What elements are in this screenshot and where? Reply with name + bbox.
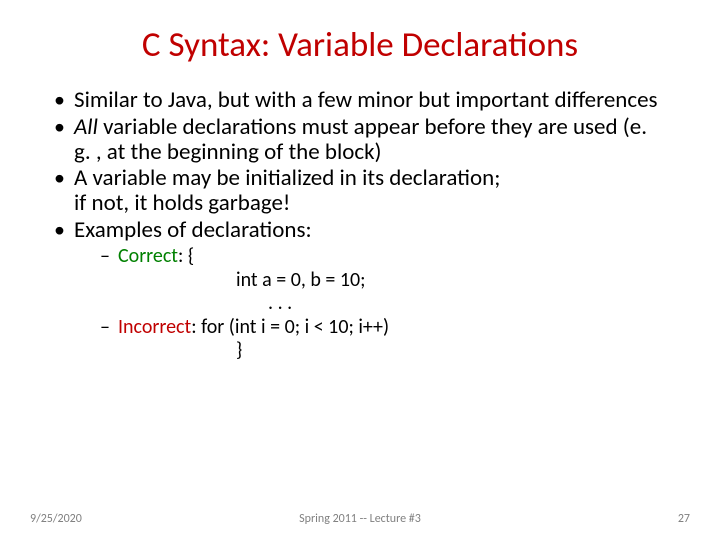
bullet-item: Examples of declarations: xyxy=(52,218,668,243)
brace-close: } xyxy=(236,338,242,362)
bullet-text: if not, it holds garbage! xyxy=(74,189,290,217)
code-text: . . . xyxy=(268,291,292,315)
bullet-text: A variable may be initialized in its dec… xyxy=(74,164,500,192)
code-text: for (int i = 0; i < 10; i++) xyxy=(201,315,389,339)
footer-center: Spring 2011 -- Lecture #3 xyxy=(0,512,720,526)
bullet-text: Similar to Java, but with a few minor bu… xyxy=(74,86,658,114)
code-line: int a = 0, b = 10; xyxy=(100,269,668,293)
code-line: . . . xyxy=(100,292,668,316)
bullet-item: All variable declarations must appear be… xyxy=(52,115,668,165)
dash-icon: – xyxy=(100,245,118,269)
bullet-text: variable declarations must appear before… xyxy=(74,113,647,166)
brace-open: : { xyxy=(178,244,194,268)
slide-title: C Syntax: Variable Declarations xyxy=(0,0,720,74)
bullet-item: A variable may be initialized in its dec… xyxy=(52,166,668,216)
bullet-item: Similar to Java, but with a few minor bu… xyxy=(52,88,668,113)
bullet-text-italic: All xyxy=(74,113,98,141)
dash-icon: – xyxy=(100,316,118,340)
code-line: } xyxy=(100,339,668,363)
sub-item-incorrect: –Incorrect: for (int i = 0; i < 10; i++) xyxy=(100,316,668,340)
correct-label: Correct xyxy=(118,244,178,268)
sub-item-correct: –Correct: { xyxy=(100,245,668,269)
sub-list: –Correct: { int a = 0, b = 10; . . . –In… xyxy=(52,245,668,363)
code-text: int a = 0, b = 10; xyxy=(236,268,366,292)
incorrect-label: Incorrect xyxy=(118,315,191,339)
slide-body: Similar to Java, but with a few minor bu… xyxy=(0,74,720,363)
colon: : xyxy=(191,315,201,339)
bullet-text: Examples of declarations: xyxy=(74,216,312,244)
footer-page-number: 27 xyxy=(678,512,690,526)
bullet-list: Similar to Java, but with a few minor bu… xyxy=(52,88,668,243)
slide: C Syntax: Variable Declarations Similar … xyxy=(0,0,720,540)
